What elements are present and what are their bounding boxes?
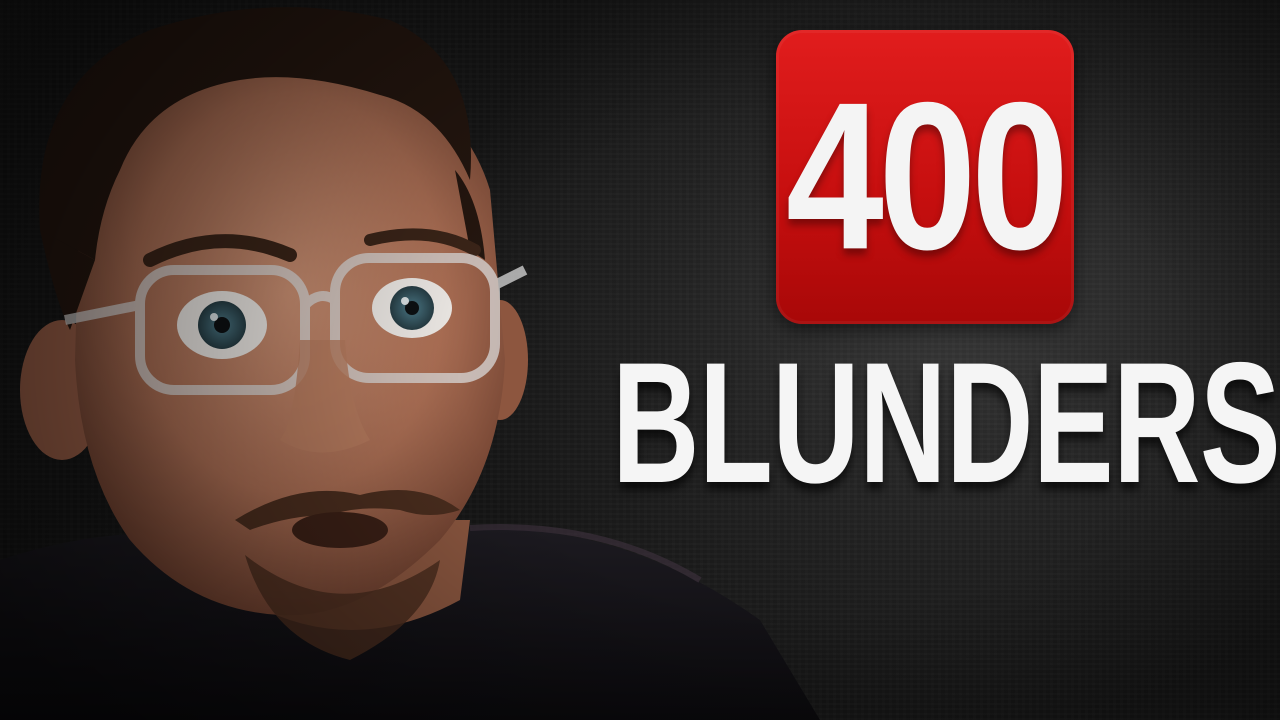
badge-number: 400	[786, 59, 1069, 294]
video-thumbnail: 400 BLUNDERS	[0, 0, 1280, 720]
headline-text: BLUNDERS	[612, 327, 1280, 519]
count-badge: 400	[776, 30, 1074, 324]
